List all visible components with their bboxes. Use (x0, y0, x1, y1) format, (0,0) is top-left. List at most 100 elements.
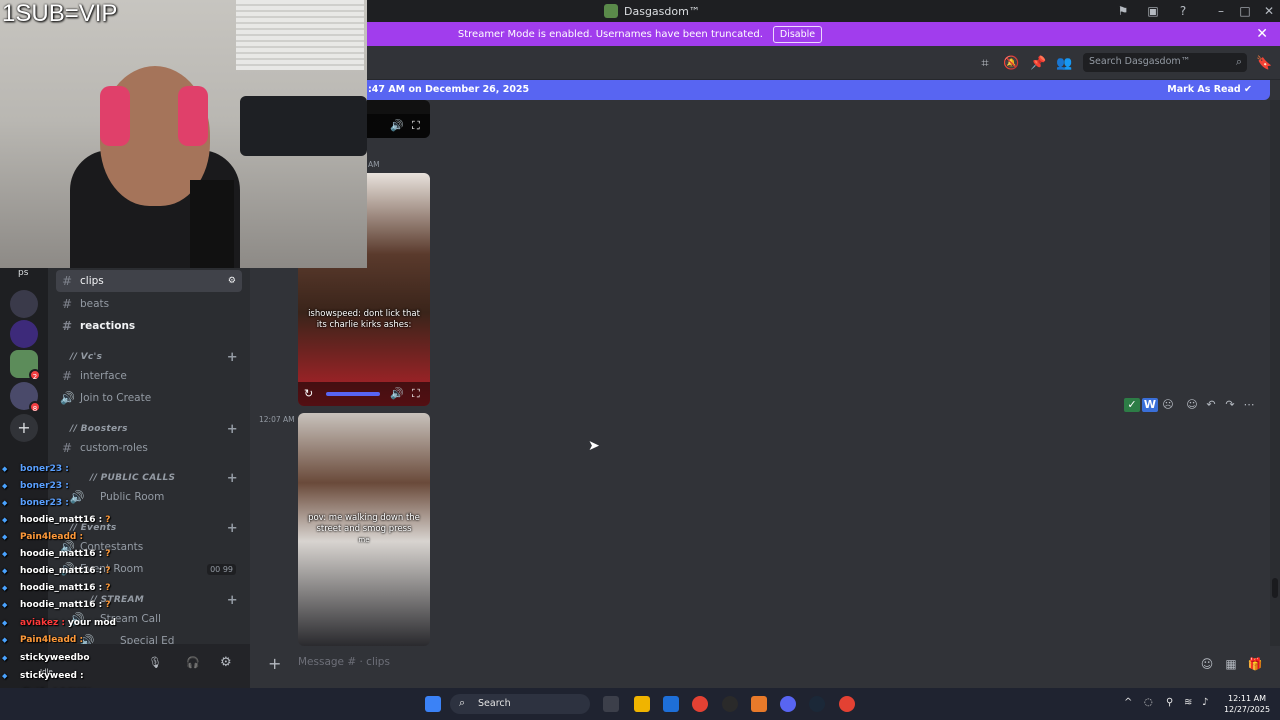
pin-icon[interactable]: 📌 (1030, 56, 1046, 72)
members-icon[interactable]: 👥 (1056, 56, 1072, 72)
sticker-icon[interactable]: ▦ (1223, 656, 1239, 672)
progress-bar[interactable] (326, 392, 380, 396)
app-icon[interactable] (722, 696, 738, 712)
wifi-icon[interactable]: ≋ (1184, 697, 1192, 708)
forward-icon[interactable]: ↷ (1222, 398, 1238, 412)
chat-username: hoodie_matt16 : (20, 515, 103, 525)
taskbar-search[interactable]: ⌕ Search (450, 694, 590, 714)
add-server-icon[interactable]: + (10, 414, 38, 442)
server-list-cut-label: ps (18, 268, 29, 278)
chat-message: ◆ boner23 : (2, 464, 72, 478)
file-explorer-icon[interactable] (634, 696, 650, 712)
close-window-icon[interactable]: ✕ (1262, 4, 1276, 18)
new-messages-bar[interactable]: :47 AM on December 26, 2025 Mark As Read… (250, 80, 1270, 100)
user-settings-gear-icon[interactable]: ⚙ (220, 655, 232, 670)
reply-icon[interactable]: ↶ (1203, 398, 1219, 412)
search-input[interactable]: Search Dasgasdom™ ⌕ (1083, 53, 1247, 72)
category-boosters[interactable]: // Boosters + (56, 422, 242, 437)
tray-app-icon[interactable]: ◌ (1144, 697, 1153, 708)
add-channel-icon[interactable]: + (227, 350, 238, 365)
fullscreen-icon[interactable]: ⛶ (412, 387, 420, 401)
store-icon[interactable] (663, 696, 679, 712)
add-reaction-icon[interactable]: ☺ (1184, 398, 1200, 412)
close-banner-icon[interactable]: ✕ (1256, 26, 1268, 42)
volume-icon[interactable]: 🔊 (390, 387, 404, 400)
chat-text: ? (105, 583, 111, 593)
inbox-icon[interactable]: 🔖 (1256, 56, 1272, 72)
reaction-w-icon[interactable]: W (1142, 398, 1158, 412)
message-input[interactable]: Message # · clips (298, 656, 390, 668)
chrome-icon[interactable] (839, 696, 855, 712)
chat-badge-icon: ◆ (2, 654, 8, 662)
channel-clips[interactable]: # clips ⚙ (56, 270, 242, 292)
threads-icon[interactable]: ⌗ (977, 56, 993, 72)
video-controls[interactable]: ↻ 🔊 ⛶ (298, 382, 430, 406)
maximize-icon[interactable]: □ (1238, 4, 1252, 18)
hash-icon: # (61, 319, 73, 333)
server-icon-active[interactable]: 2 (10, 350, 41, 381)
chat-text: your mod (67, 618, 116, 628)
chat-message: ◆ hoodie_matt16 :? (2, 549, 110, 563)
chat-badge-icon: ◆ (2, 516, 8, 524)
network-icon[interactable]: ⚲ (1166, 697, 1173, 708)
chat-badge-icon: ◆ (2, 584, 8, 592)
taskbar-clock[interactable]: 12:11 AM 12/27/2025 (1222, 693, 1272, 715)
app-icon[interactable] (751, 696, 767, 712)
add-channel-icon[interactable]: + (227, 422, 238, 437)
microphone (190, 180, 234, 268)
task-view-icon[interactable] (603, 696, 619, 712)
volume-icon[interactable]: ♪ (1202, 697, 1208, 708)
mark-as-read-button[interactable]: Mark As Read ✔ (1167, 84, 1252, 95)
message-timestamp: 12:07 AM (259, 415, 295, 424)
reaction-check-icon[interactable]: ✓ (1124, 398, 1140, 412)
add-channel-icon[interactable]: + (227, 471, 238, 486)
flag-icon[interactable]: ⚑ (1116, 4, 1130, 18)
channel-reactions[interactable]: # reactions (56, 315, 242, 337)
start-icon[interactable] (425, 696, 441, 712)
help-icon[interactable]: ? (1176, 4, 1190, 18)
minimize-icon[interactable]: – (1214, 4, 1228, 18)
voice-join-to-create[interactable]: 🔊 Join to Create (56, 387, 242, 409)
window-title: Dasgasdom™ (604, 4, 700, 18)
windows-taskbar: ⌕ Search ^ ◌ ⚲ ≋ ♪ 12:11 AM 12/27/2025 (0, 688, 1280, 720)
video-attachment-3[interactable]: pov: me walking down the street and smog… (298, 413, 430, 646)
chat-username: hoodie_matt16 : (20, 583, 103, 593)
server-icon[interactable]: 8 (10, 382, 41, 413)
volume-icon[interactable]: 🔊 (390, 119, 404, 132)
channel-beats[interactable]: # beats (56, 293, 242, 315)
chat-username: boner23 : (20, 464, 69, 474)
message-scrollbar[interactable] (1270, 100, 1280, 646)
reaction-emoji-icon[interactable]: ☹ (1160, 398, 1176, 412)
chat-username: stickyweed : (20, 671, 84, 681)
replay-icon[interactable]: ↻ (304, 387, 313, 400)
mute-icon[interactable]: 🔕 (1003, 56, 1019, 72)
more-options-icon[interactable]: ⋯ (1241, 398, 1257, 412)
category-vcs[interactable]: // Vc's + (56, 350, 242, 365)
chat-badge-icon: ◆ (2, 465, 8, 473)
server-icon[interactable] (10, 290, 38, 318)
channel-settings-icon[interactable]: ⚙ (228, 276, 236, 286)
channel-interface[interactable]: # interface (56, 365, 242, 387)
emoji-picker-icon[interactable]: ☺ (1199, 656, 1215, 672)
disable-streamer-mode-button[interactable]: Disable (772, 25, 823, 43)
screen-share-icon[interactable]: ▣ (1146, 4, 1160, 18)
speaker-icon: 🔊 (60, 391, 75, 405)
attach-plus-icon[interactable]: + (268, 654, 281, 673)
fullscreen-icon[interactable]: ⛶ (412, 119, 420, 133)
scrollbar-thumb[interactable] (1272, 578, 1278, 598)
discord-icon[interactable] (780, 696, 796, 712)
gift-icon[interactable]: 🎁 (1247, 656, 1263, 672)
chat-message: ◆ aviakez : your mod (2, 618, 116, 632)
chat-message: ◆ hoodie_matt16 :? (2, 566, 110, 580)
video-caption: pov: me walking down the street and smog… (308, 513, 420, 534)
video-caption: ishowspeed: dont lick that its charlie k… (308, 309, 420, 330)
steam-icon[interactable] (809, 696, 825, 712)
tray-chevron-icon[interactable]: ^ (1124, 697, 1132, 708)
headphones-icon[interactable]: 🎧 (186, 656, 200, 669)
add-channel-icon[interactable]: + (227, 521, 238, 536)
chat-username: Pain4leadd : (20, 532, 84, 542)
server-logo-icon (604, 4, 618, 18)
chrome-icon[interactable] (692, 696, 708, 712)
server-icon[interactable] (10, 320, 38, 348)
add-channel-icon[interactable]: + (227, 593, 238, 608)
